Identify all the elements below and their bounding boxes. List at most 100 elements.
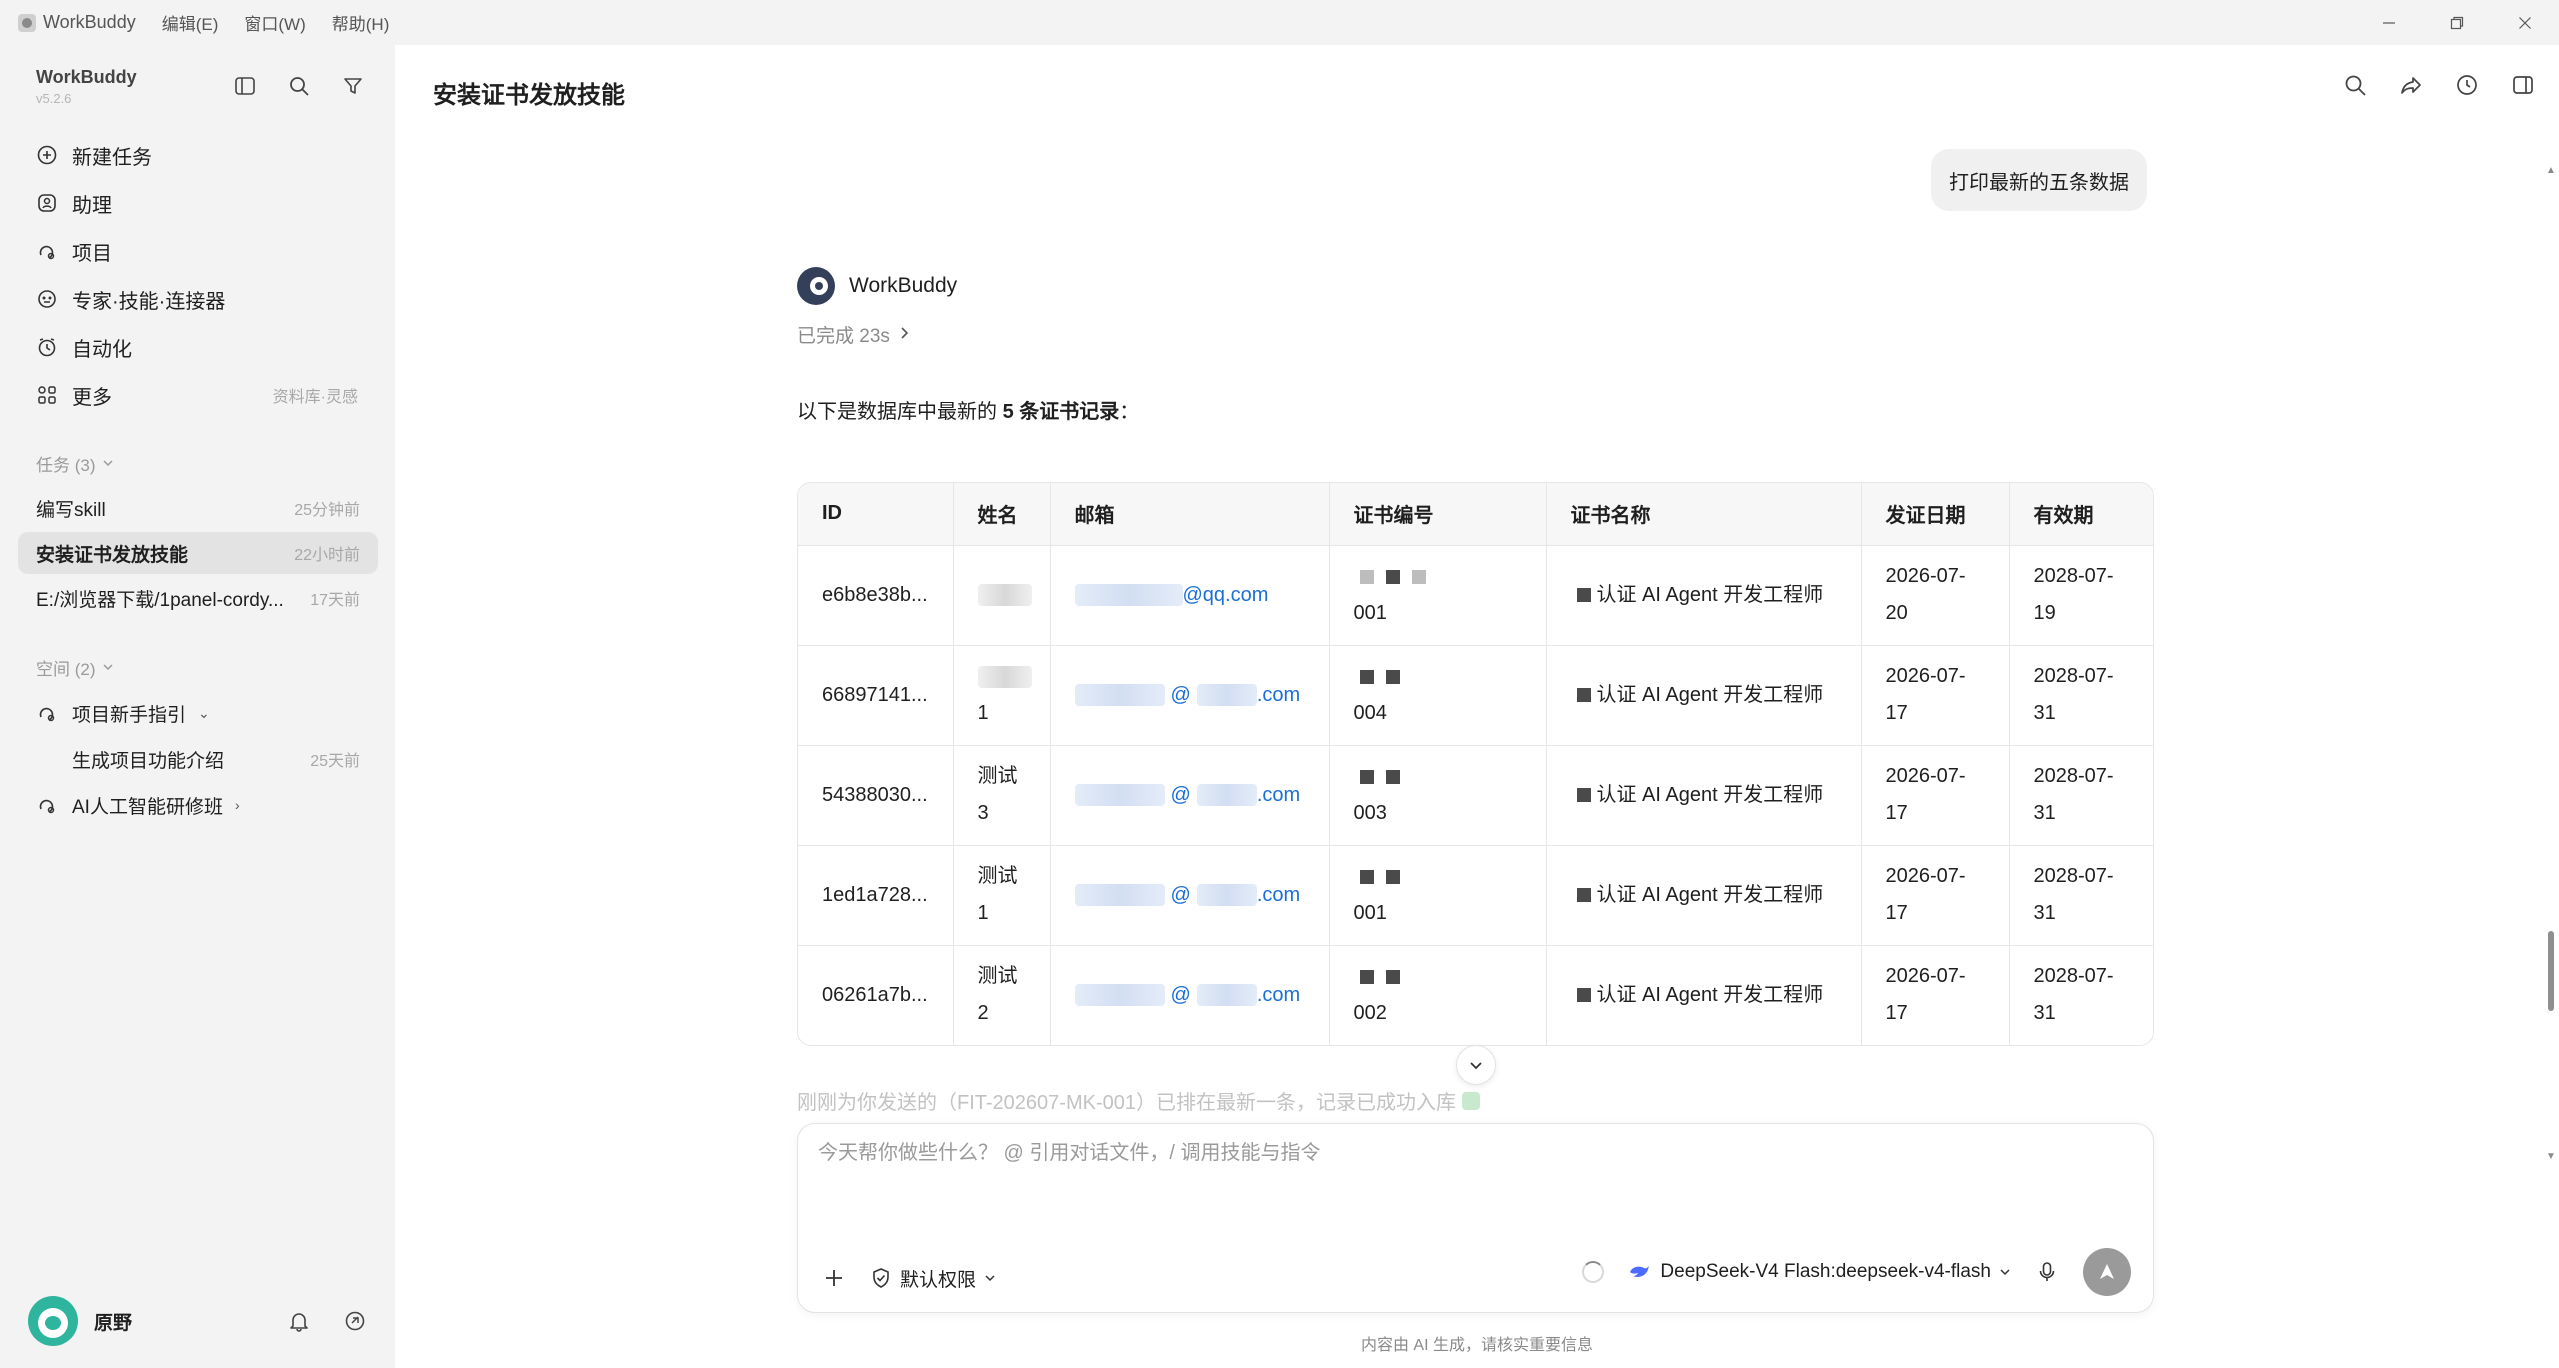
- nav-assistant[interactable]: 助理: [18, 179, 378, 227]
- menu-help[interactable]: 帮助(H): [332, 10, 390, 35]
- share-icon[interactable]: [2397, 71, 2425, 99]
- panel-toggle-icon[interactable]: [2509, 71, 2537, 99]
- link-icon[interactable]: [342, 1308, 368, 1334]
- cell-cert-name: 认证 AI Agent 开发工程师: [1546, 745, 1862, 846]
- space-item[interactable]: AI人工智能研修班 ›: [18, 783, 378, 827]
- redacted-block: [1576, 788, 1591, 803]
- cell-issue-date: 2026-07-20: [1861, 545, 2010, 646]
- sidebar-app-name: WorkBuddy: [36, 67, 137, 87]
- scrollbar[interactable]: ▲ ▼: [2543, 165, 2559, 1165]
- space-sub-item[interactable]: 生成项目功能介绍 25天前: [18, 737, 378, 781]
- cell-issue-date: 2026-07-17: [1861, 745, 2010, 846]
- cell-expiry-date: 2028-07-31: [2009, 745, 2153, 846]
- email-suffix[interactable]: @qq.com: [1183, 584, 1269, 606]
- nav-label: 新建任务: [72, 146, 152, 169]
- column-header: 邮箱: [1050, 483, 1330, 546]
- email-at: @: [1170, 783, 1191, 806]
- permission-dropdown[interactable]: 默认权限: [870, 1265, 996, 1292]
- space-item[interactable]: 项目新手指引 ⌄: [18, 691, 378, 735]
- nav-more-hint: 资料库·灵感: [272, 389, 358, 406]
- space-time: 25天前: [310, 753, 360, 770]
- redacted-email: [1196, 784, 1257, 807]
- chevron-right-icon[interactable]: ›: [235, 797, 240, 813]
- plus-icon: [826, 1270, 842, 1286]
- tasks-section-toggle[interactable]: 任务 (3): [36, 451, 114, 476]
- cert-no-suffix: 003: [1353, 802, 1387, 824]
- table-row: 06261a7b... 测试2 @ .com 002 认证 AI Agent 开发…: [798, 945, 2153, 1045]
- scroll-up-icon[interactable]: ▲: [2546, 165, 2556, 176]
- email-suffix[interactable]: .com: [1257, 684, 1300, 706]
- task-time: 22小时前: [294, 547, 360, 564]
- close-icon[interactable]: [2491, 0, 2559, 45]
- search-icon[interactable]: [286, 73, 312, 99]
- assistant-status[interactable]: 已完成 23s: [797, 321, 957, 348]
- nav-project[interactable]: 项目: [18, 227, 378, 275]
- task-item[interactable]: E:/浏览器下载/1panel-cordy... 17天前: [18, 577, 378, 619]
- history-icon[interactable]: [2453, 71, 2481, 99]
- send-arrow-icon: [2100, 1264, 2114, 1279]
- task-label: 安装证书发放技能: [36, 544, 189, 566]
- attach-button[interactable]: [820, 1264, 848, 1292]
- task-item[interactable]: 编写skill 25分钟前: [18, 487, 378, 529]
- email-suffix[interactable]: .com: [1257, 784, 1300, 806]
- nav-automation[interactable]: 自动化: [18, 323, 378, 371]
- task-item-active[interactable]: 安装证书发放技能 22小时前: [18, 532, 378, 574]
- cell-name: 1: [953, 645, 1051, 746]
- cell-id: 06261a7b...: [798, 945, 954, 1045]
- menu-window[interactable]: 窗口(W): [244, 10, 305, 35]
- sidebar-footer: 原野: [28, 1294, 368, 1348]
- minimize-icon[interactable]: [2355, 0, 2423, 45]
- column-header: 有效期: [2009, 483, 2153, 546]
- redacted-block: [1385, 869, 1400, 884]
- sidebar-tools: [232, 73, 366, 99]
- model-selector[interactable]: DeepSeek-V4 Flash:deepseek-v4-flash: [1628, 1261, 2011, 1283]
- email-suffix[interactable]: .com: [1257, 984, 1300, 1006]
- cell-cert-no: 002: [1329, 945, 1547, 1045]
- cert-no-suffix: 001: [1353, 602, 1387, 624]
- sidebar-header: WorkBuddy v5.2.6: [36, 67, 137, 106]
- send-button[interactable]: [2083, 1248, 2131, 1296]
- cell-name: 测试2: [953, 945, 1051, 1045]
- restore-icon[interactable]: [2423, 0, 2491, 45]
- redacted-email: [1196, 884, 1257, 907]
- chevron-down-icon[interactable]: ⌄: [198, 705, 210, 722]
- nav-label: 专家·技能·连接器: [72, 290, 226, 313]
- cell-id: 66897141...: [798, 645, 954, 746]
- sidebar-nav: 新建任务 助理 项目 专家·技能·连接器 自动化 更多 资料库·灵感: [18, 131, 378, 419]
- cell-cert-no: 003: [1329, 745, 1547, 846]
- cell-id: e6b8e38b...: [798, 545, 954, 646]
- cell-expiry-date: 2028-07-31: [2033, 965, 2114, 1025]
- menu-edit[interactable]: 编辑(E): [162, 10, 219, 35]
- bell-icon[interactable]: [286, 1308, 312, 1334]
- search-icon[interactable]: [2341, 71, 2369, 99]
- redacted-block: [1385, 969, 1400, 984]
- username[interactable]: 原野: [94, 1308, 132, 1335]
- table-row: 66897141... 1 @ .com 004 认证 AI Agent 开发工程…: [798, 645, 2153, 746]
- title-bar: WorkBuddy 编辑(E) 窗口(W) 帮助(H): [0, 0, 2559, 45]
- plus-circle-icon: [36, 144, 58, 166]
- scroll-thumb[interactable]: [2548, 931, 2554, 1011]
- microphone-icon: [2039, 1262, 2055, 1281]
- intro-bold: 5 条证书记录: [1002, 401, 1120, 423]
- assistant-intro: 以下是数据库中最新的 5 条证书记录：: [797, 395, 1139, 424]
- redacted-block: [1359, 569, 1374, 584]
- spaces-section-label: 空间 (2): [36, 660, 96, 679]
- redacted-email: [1074, 684, 1165, 707]
- email-suffix[interactable]: .com: [1257, 884, 1300, 906]
- microphone-button[interactable]: [2035, 1260, 2059, 1284]
- avatar[interactable]: [28, 1296, 78, 1346]
- scroll-down-icon[interactable]: ▼: [2546, 1151, 2556, 1162]
- column-header: 证书名称: [1546, 483, 1862, 546]
- chat-input[interactable]: [818, 1142, 2118, 1165]
- nav-new-task[interactable]: 新建任务: [18, 131, 378, 179]
- nav-expert-skills[interactable]: 专家·技能·连接器: [18, 275, 378, 323]
- sidebar-toggle-icon[interactable]: [232, 73, 258, 99]
- filter-icon[interactable]: [340, 73, 366, 99]
- composer: 默认权限 DeepSeek-V4 Flash:deepseek-v4-flash: [797, 1123, 2154, 1313]
- scroll-to-bottom-button[interactable]: [1456, 1045, 1496, 1085]
- redacted-email: [1074, 584, 1183, 607]
- spaces-section-toggle[interactable]: 空间 (2): [36, 655, 114, 680]
- nav-more[interactable]: 更多 资料库·灵感: [18, 371, 378, 419]
- redacted-block: [1359, 969, 1374, 984]
- faded-message: 刚刚为你发送的（FIT-202607-MK-001）已排在最新一条，记录已成功入…: [797, 1086, 1480, 1115]
